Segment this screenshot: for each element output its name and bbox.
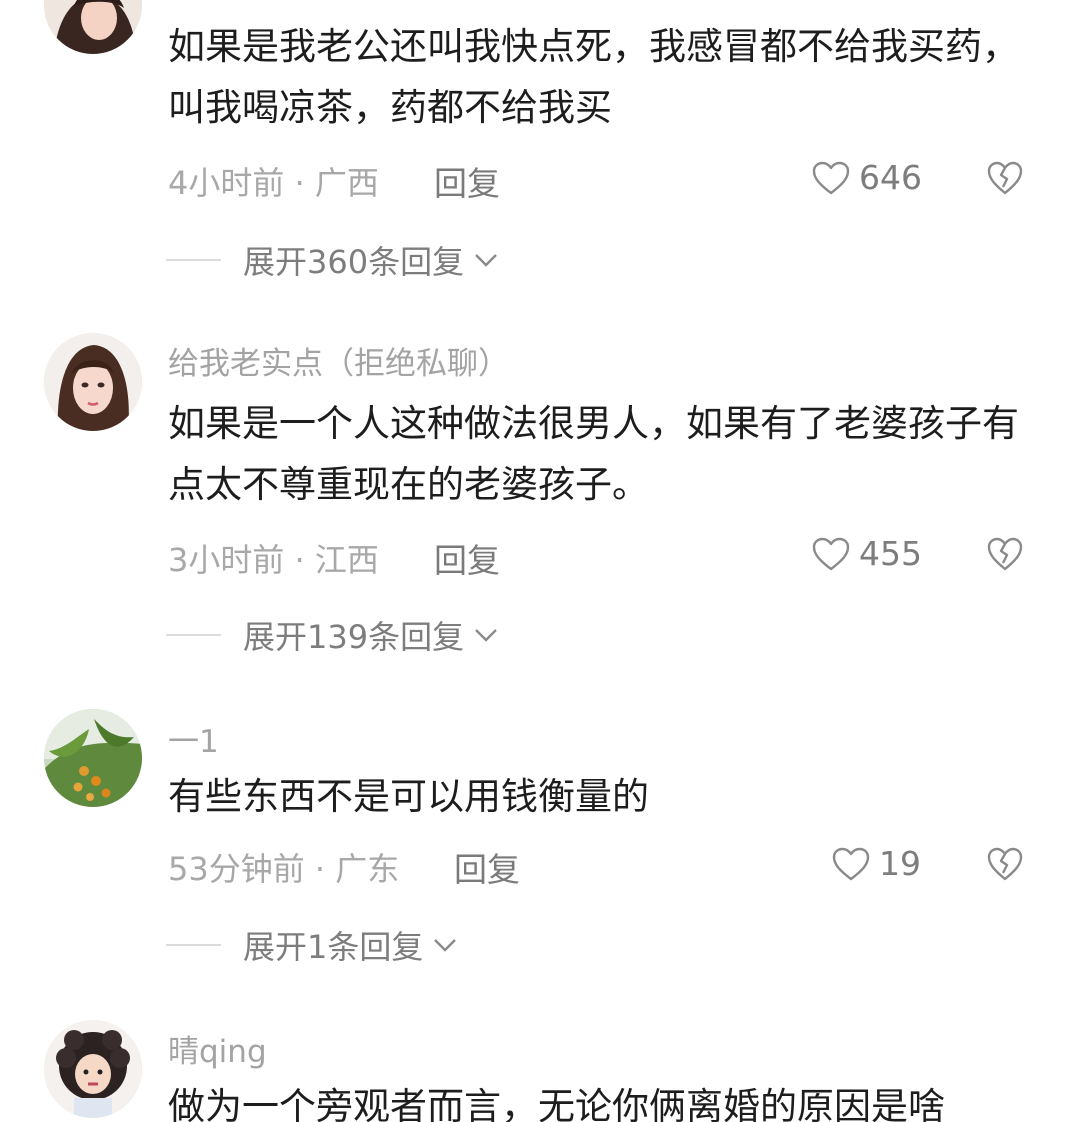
broken-heart-icon[interactable] bbox=[986, 160, 1024, 196]
comment-text: 做为一个旁观者而言，无论你俩离婚的原因是啥 bbox=[168, 1085, 945, 1122]
divider bbox=[166, 944, 221, 946]
comment-meta: 53分钟前 · 广东 bbox=[168, 850, 400, 888]
comment-meta: 4小时前 · 广西 bbox=[168, 164, 379, 202]
comment-text: 如果是一个人这种做法很男人，如果有了老婆孩子有点太不尊重现在的老婆孩子。 bbox=[168, 402, 1019, 506]
username[interactable]: 给我老实点（拒绝私聊） bbox=[168, 338, 509, 383]
avatar[interactable] bbox=[44, 1020, 142, 1118]
expand-replies-button[interactable]: 展开360条回复 bbox=[166, 240, 500, 281]
reply-button[interactable]: 回复 bbox=[454, 843, 520, 891]
comment-text: 有些东西不是可以用钱衡量的 bbox=[168, 775, 649, 818]
like-count: 455 bbox=[859, 534, 922, 573]
expand-replies-button[interactable]: 展开1条回复 bbox=[166, 925, 459, 966]
chevron-down-icon bbox=[434, 939, 457, 952]
broken-heart-icon[interactable] bbox=[986, 846, 1024, 882]
broken-heart-icon[interactable] bbox=[986, 536, 1024, 572]
chevron-down-icon bbox=[475, 629, 497, 642]
comment-text: 如果是我老公还叫我快点死，我感冒都不给我买药，叫我喝凉茶，药都不给我买 bbox=[168, 25, 1019, 129]
username[interactable]: 晴qing bbox=[168, 1026, 267, 1071]
reply-button[interactable]: 回复 bbox=[434, 534, 500, 582]
avatar[interactable] bbox=[44, 0, 142, 54]
avatar[interactable] bbox=[44, 709, 142, 807]
divider bbox=[166, 634, 221, 636]
chevron-down-icon bbox=[475, 254, 497, 267]
reply-button[interactable]: 回复 bbox=[434, 157, 500, 205]
comment-meta: 3小时前 · 江西 bbox=[168, 541, 379, 579]
avatar[interactable] bbox=[44, 333, 142, 431]
username[interactable]: 一1 bbox=[168, 716, 219, 761]
expand-replies-label: 展开139条回复 bbox=[243, 618, 465, 656]
expand-replies-label: 展开360条回复 bbox=[243, 243, 465, 281]
expand-replies-label: 展开1条回复 bbox=[243, 928, 424, 966]
comment-list: 如果是我老公还叫我快点死，我感冒都不给我买药，叫我喝凉茶，药都不给我买 4小时前… bbox=[0, 0, 1080, 1122]
like-count: 19 bbox=[879, 844, 921, 883]
expand-replies-button[interactable]: 展开139条回复 bbox=[166, 615, 500, 656]
like-count: 646 bbox=[859, 158, 922, 197]
heart-outline-icon[interactable] bbox=[811, 536, 851, 572]
divider bbox=[166, 259, 221, 261]
heart-outline-icon[interactable] bbox=[811, 160, 851, 196]
heart-outline-icon[interactable] bbox=[831, 846, 871, 882]
